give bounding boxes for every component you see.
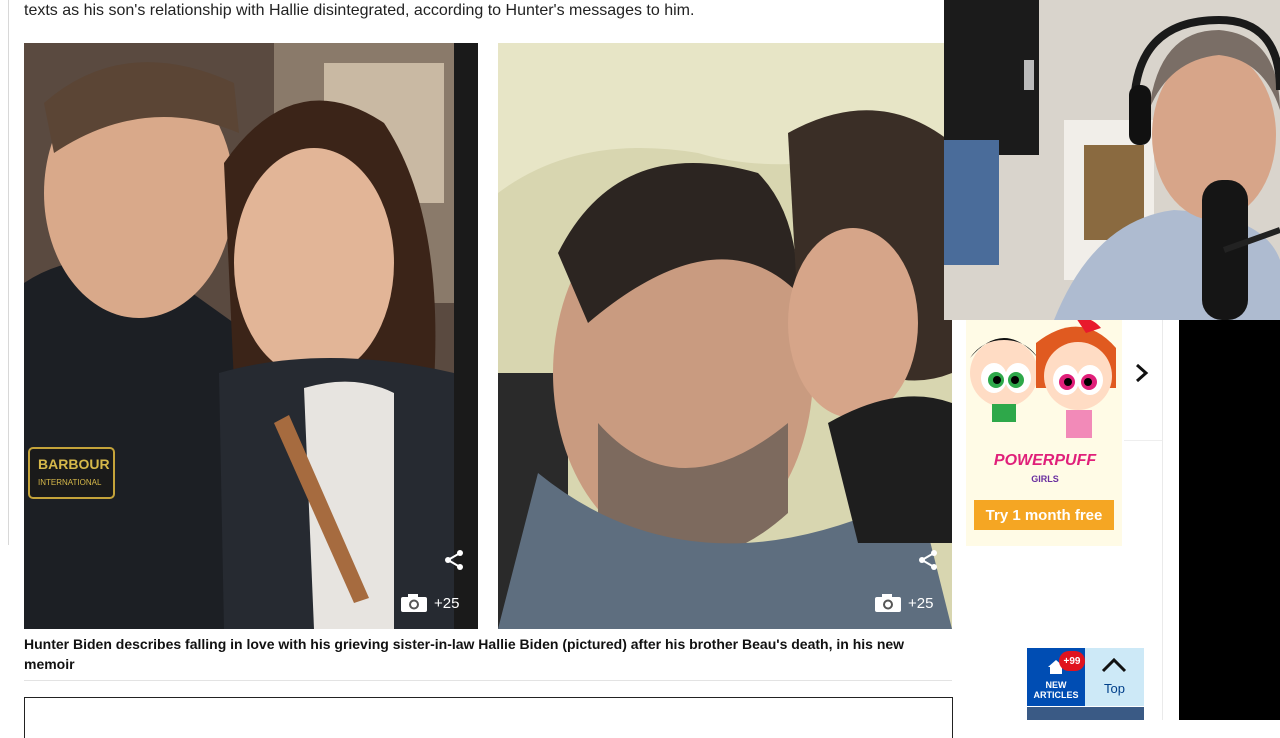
article-lead-text: texts as his son's relationship with Hal…: [24, 2, 695, 19]
ad-brand: POWERPUFF: [993, 452, 1097, 469]
camera-icon: [875, 594, 901, 612]
share-icon: [445, 550, 463, 570]
side-panel: [1179, 320, 1280, 720]
related-module-box: [24, 697, 953, 738]
back-to-top-button[interactable]: [1085, 648, 1144, 706]
photo-caption: Hunter Biden describes falling in love w…: [24, 636, 905, 672]
new-articles-label: NEW ARTICLES: [1027, 680, 1085, 700]
svg-text:BARBOUR: BARBOUR: [38, 456, 110, 472]
article-photo-2[interactable]: [498, 43, 952, 629]
share-button-2[interactable]: [914, 546, 942, 574]
chevron-up-icon: [1101, 657, 1127, 673]
ad-cta-button[interactable]: Try 1 month free: [974, 500, 1114, 530]
share-icon: [919, 550, 937, 570]
gallery-count: +25: [434, 594, 460, 612]
divider: [24, 680, 952, 681]
article-photo-1[interactable]: BARBOUR INTERNATIONAL: [24, 43, 478, 629]
new-articles-badge: +99: [1059, 651, 1085, 671]
chevron-right-icon: [1136, 363, 1149, 383]
webcam-overlay: [944, 0, 1280, 320]
divider: [8, 0, 9, 545]
back-to-top-label: Top: [1104, 681, 1125, 696]
ad-brand-sub: GIRLS: [1031, 474, 1059, 484]
camera-icon: [401, 594, 427, 612]
ad-next-button[interactable]: [1134, 360, 1150, 391]
gallery-button-2[interactable]: +25: [874, 588, 933, 618]
divider: [1162, 320, 1163, 720]
share-button-1[interactable]: [440, 546, 468, 574]
gallery-button-1[interactable]: +25: [400, 588, 459, 618]
svg-text:INTERNATIONAL: INTERNATIONAL: [38, 478, 102, 487]
nav-secondary[interactable]: [1027, 707, 1144, 720]
gallery-count: +25: [908, 594, 934, 612]
new-articles-label-line-2: ARTICLES: [1033, 690, 1079, 700]
new-articles-label-line-1: NEW: [1045, 680, 1067, 690]
divider: [1124, 440, 1162, 441]
